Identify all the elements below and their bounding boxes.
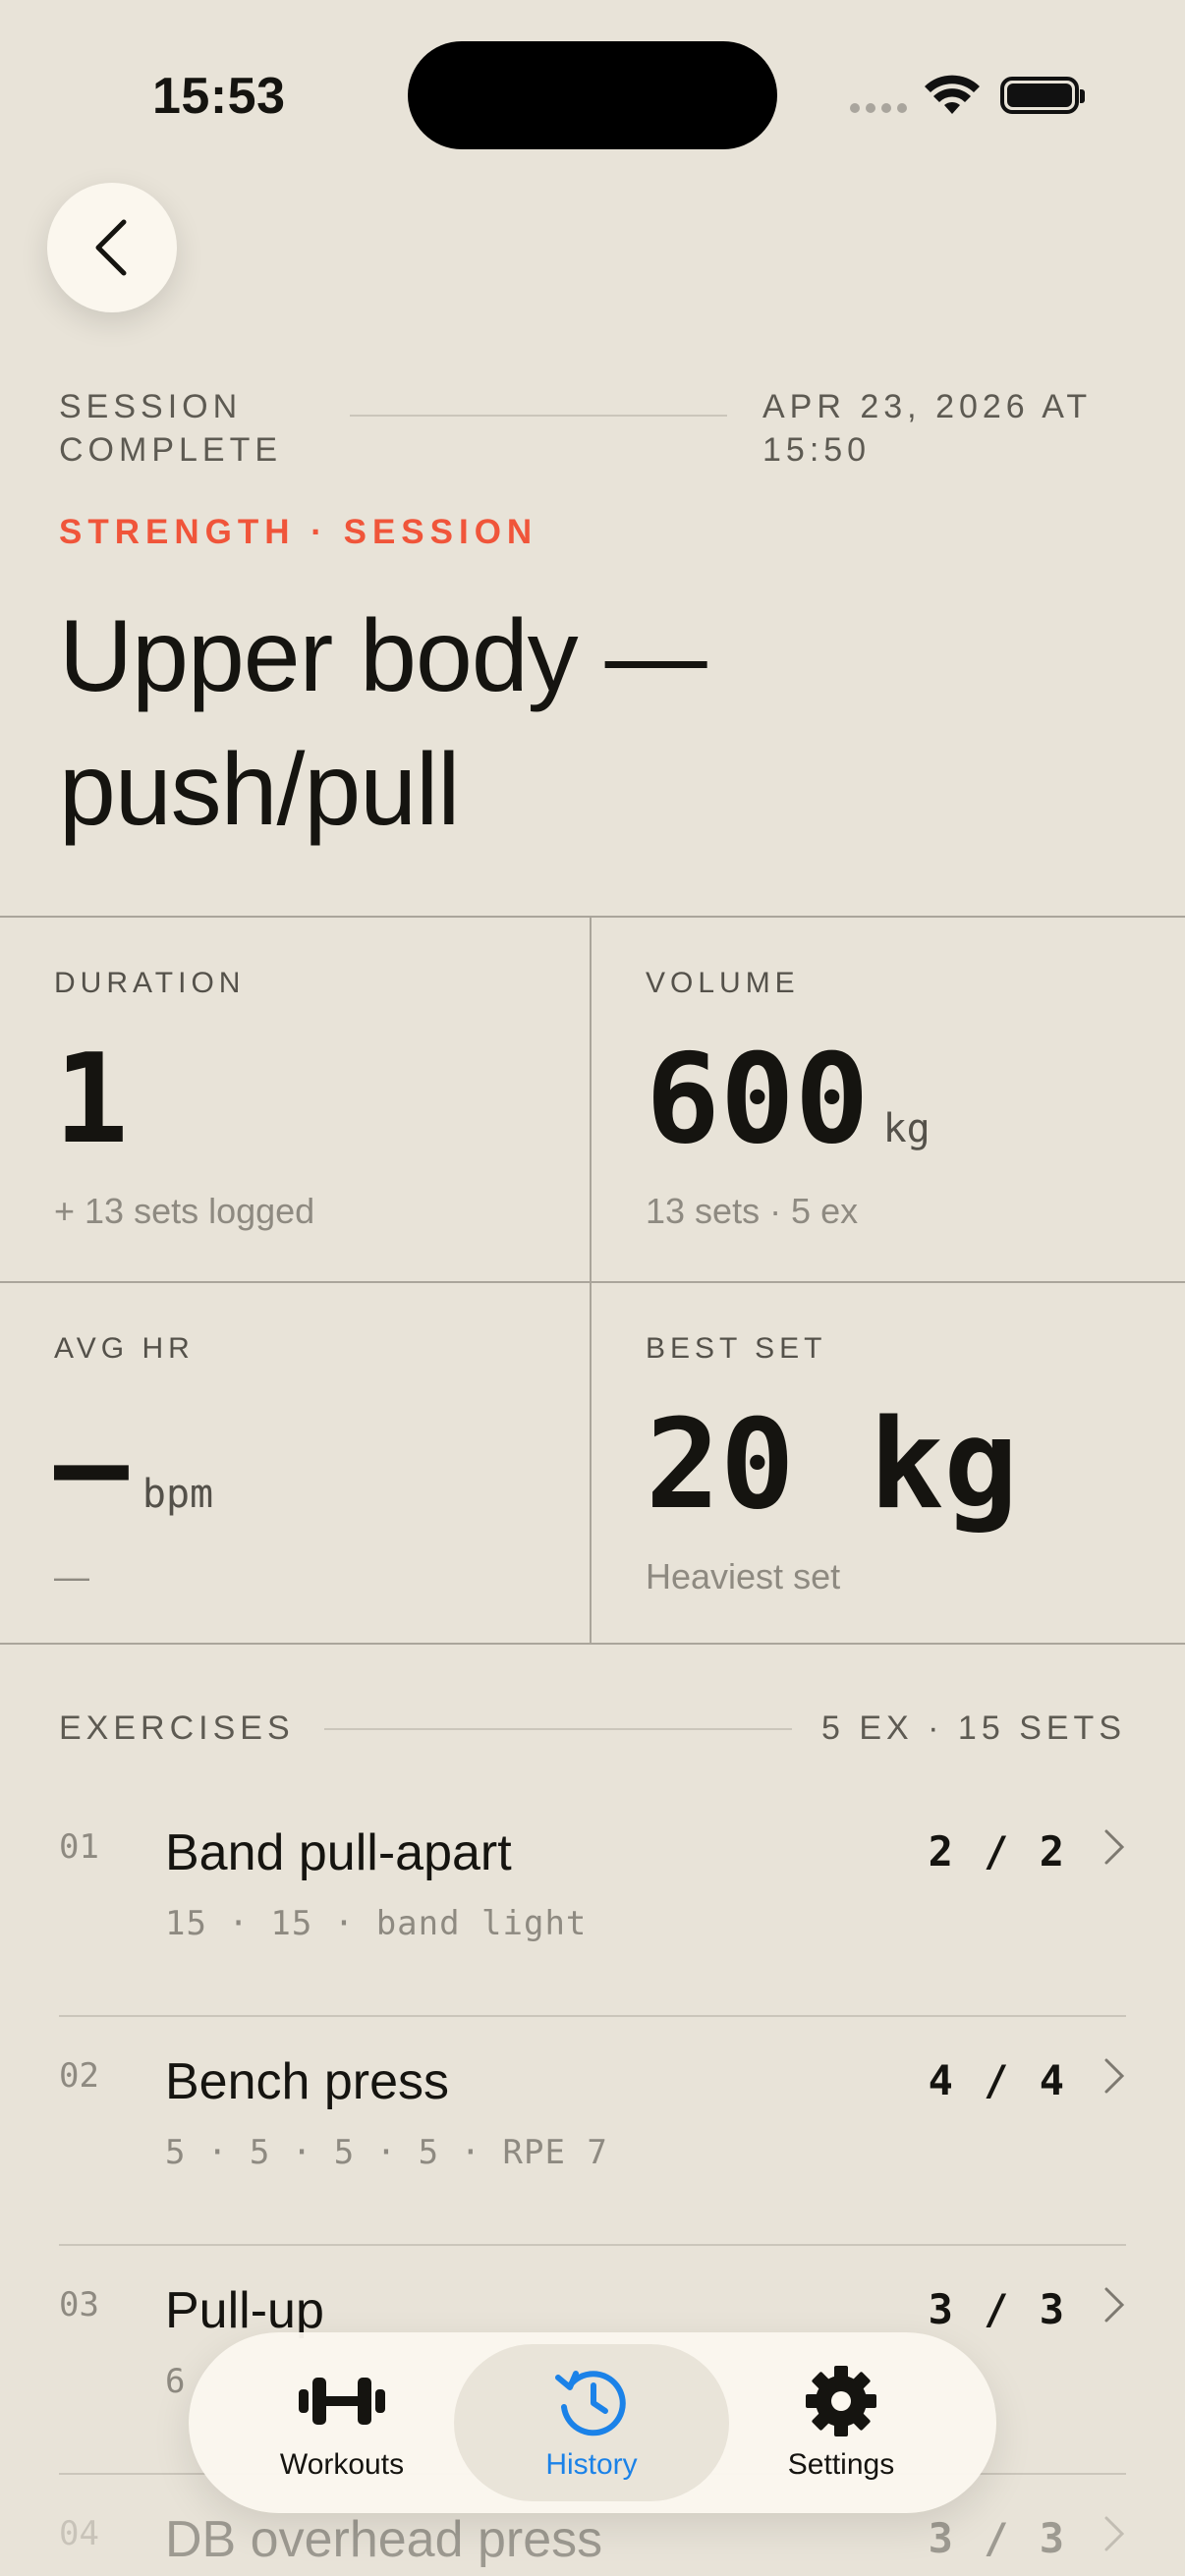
exercises-summary: 5 EX · 15 SETS bbox=[821, 1709, 1126, 1747]
gear-icon bbox=[806, 2366, 876, 2436]
tab-label: History bbox=[545, 2448, 638, 2481]
dumbbell-icon bbox=[299, 2378, 385, 2425]
stat-value: 20 kg bbox=[646, 1392, 1019, 1537]
tab-label: Workouts bbox=[279, 2448, 405, 2481]
chevron-right-icon bbox=[1104, 1829, 1125, 1865]
stat-volume: VOLUME 600 kg 13 sets · 5 ex bbox=[646, 918, 1185, 1281]
back-button[interactable] bbox=[47, 183, 177, 312]
session-category: STRENGTH · SESSION bbox=[59, 513, 538, 551]
chevron-right-icon bbox=[1104, 2287, 1125, 2323]
exercise-name: Bench press bbox=[165, 2053, 450, 2110]
tab-history[interactable]: History bbox=[454, 2344, 729, 2501]
stat-value: — bpm bbox=[54, 1401, 213, 1558]
chevron-left-icon bbox=[95, 219, 127, 276]
stat-sub: + 13 sets logged bbox=[54, 1191, 315, 1231]
page-title: Upper body — push/pull bbox=[59, 599, 707, 847]
exercise-row[interactable]: 01 Band pull-apart 15 · 15 · band light … bbox=[59, 1788, 1126, 2017]
exercise-number: 02 bbox=[59, 2056, 99, 2096]
divider bbox=[350, 415, 727, 417]
session-datetime: APR 23, 2026 AT 15:50 bbox=[762, 388, 1092, 469]
wifi-icon bbox=[925, 75, 980, 114]
battery-icon bbox=[1000, 77, 1085, 114]
exercise-name: Pull-up bbox=[165, 2282, 324, 2339]
session-eyebrow: SESSION COMPLETE APR 23, 2026 AT 15:50 bbox=[59, 385, 1126, 472]
exercise-number: 03 bbox=[59, 2285, 99, 2324]
stat-unit: bpm bbox=[141, 1472, 214, 1517]
tab-settings[interactable]: Settings bbox=[704, 2344, 979, 2501]
stat-value: 1 bbox=[54, 1027, 129, 1171]
exercise-set-count: 3 / 3 bbox=[928, 2285, 1067, 2333]
stat-label: BEST SET bbox=[646, 1332, 827, 1365]
exercise-set-count: 4 / 4 bbox=[928, 2056, 1067, 2104]
stat-label: AVG HR bbox=[54, 1332, 195, 1365]
stats-grid: DURATION 1 + 13 sets logged VOLUME 600 kg… bbox=[0, 916, 1185, 1645]
stat-unit: kg bbox=[882, 1106, 931, 1151]
exercise-detail: 6 bbox=[165, 2362, 187, 2401]
exercise-detail: 5 · 5 · 5 · 5 · RPE 7 bbox=[165, 2133, 608, 2172]
history-clock-icon bbox=[555, 2371, 626, 2436]
exercise-set-count: 3 / 3 bbox=[928, 2514, 1067, 2562]
stat-best-set: BEST SET 20 kg Heaviest set bbox=[646, 1283, 1185, 1647]
exercise-detail: 15 · 15 · band light bbox=[165, 1904, 588, 1943]
tab-workouts[interactable]: Workouts bbox=[204, 2344, 480, 2501]
exercise-name: DB overhead press bbox=[165, 2511, 603, 2568]
stat-avg-hr: AVG HR — bpm — bbox=[54, 1283, 604, 1647]
stat-value: 600 kg bbox=[646, 1036, 931, 1193]
tab-label: Settings bbox=[787, 2448, 895, 2481]
stat-label: VOLUME bbox=[646, 967, 800, 999]
stat-duration: DURATION 1 + 13 sets logged bbox=[54, 918, 604, 1281]
exercises-label: EXERCISES bbox=[59, 1709, 295, 1747]
exercise-number: 01 bbox=[59, 1827, 99, 1867]
exercise-row[interactable]: 02 Bench press 5 · 5 · 5 · 5 · RPE 7 4 /… bbox=[59, 2017, 1126, 2246]
dynamic-island bbox=[408, 41, 777, 149]
tab-bar: Workouts History Settings bbox=[189, 2332, 996, 2513]
exercise-name: Band pull-apart bbox=[165, 1824, 512, 1881]
status-time: 15:53 bbox=[152, 68, 286, 125]
stat-sub: — bbox=[54, 1556, 89, 1596]
exercise-set-count: 2 / 2 bbox=[928, 1827, 1067, 1876]
exercises-header: EXERCISES 5 EX · 15 SETS bbox=[59, 1709, 1126, 1748]
stat-sub: 13 sets · 5 ex bbox=[646, 1191, 859, 1231]
chevron-right-icon bbox=[1104, 2516, 1125, 2551]
cellular-signal-icon bbox=[850, 103, 909, 115]
exercise-number: 04 bbox=[59, 2514, 99, 2553]
session-status: SESSION COMPLETE bbox=[59, 388, 283, 469]
divider bbox=[323, 1727, 792, 1730]
stat-label: DURATION bbox=[54, 967, 246, 999]
chevron-right-icon bbox=[1104, 2058, 1125, 2094]
stat-sub: Heaviest set bbox=[646, 1556, 841, 1596]
